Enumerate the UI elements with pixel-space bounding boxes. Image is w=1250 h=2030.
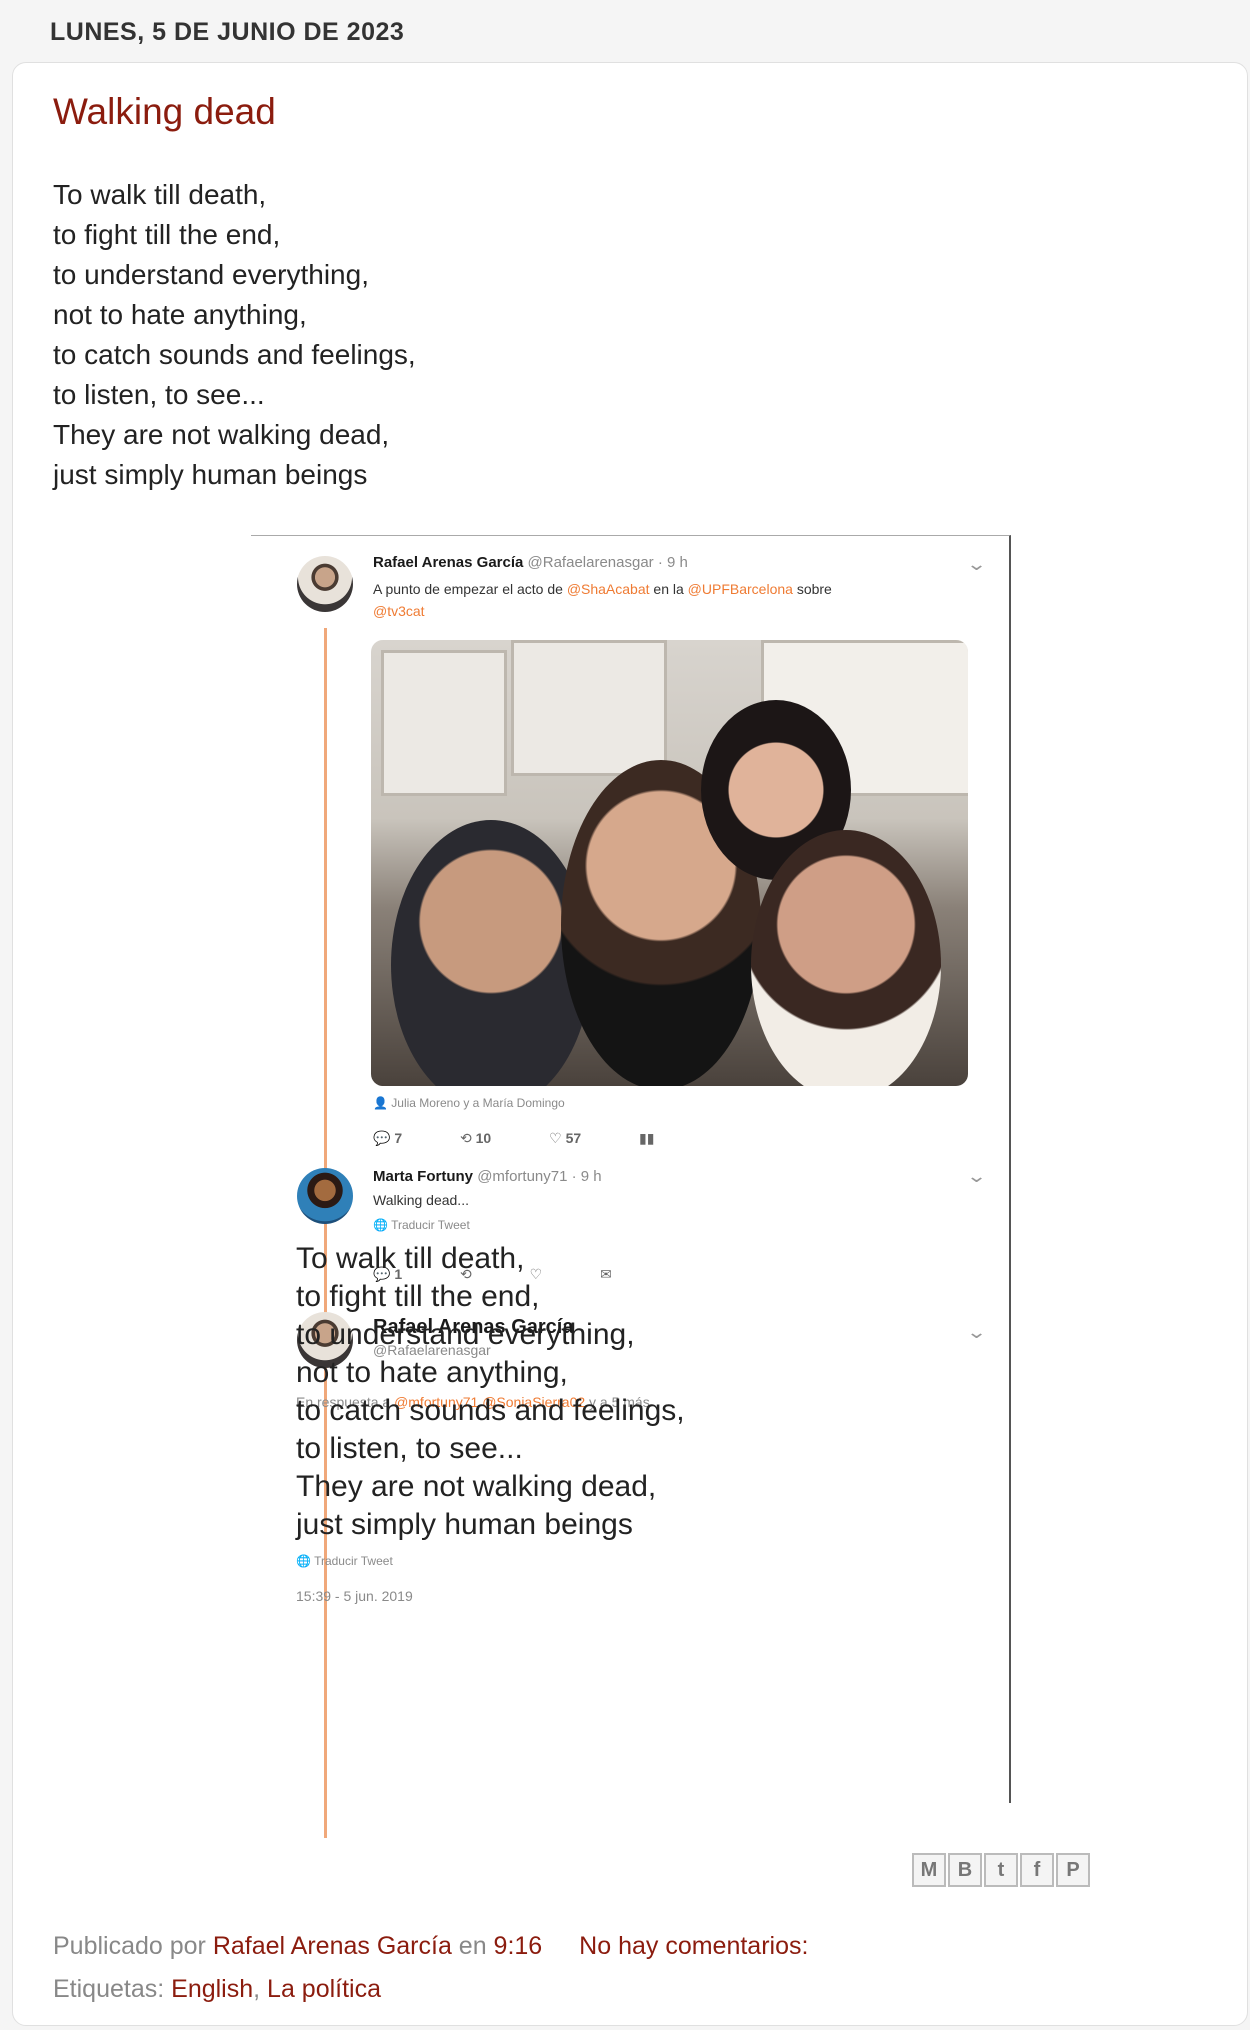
tweet-timestamp: 15:39 - 5 jun. 2019 xyxy=(296,1588,413,1604)
share-buttons: M B t f P xyxy=(912,1853,1092,1887)
blogger-icon[interactable]: B xyxy=(948,1853,982,1887)
retweet-icon[interactable]: ⟲ 10 xyxy=(460,1130,491,1147)
tweet-photo xyxy=(371,640,968,1086)
poem-line: to understand everything, xyxy=(53,259,369,290)
poem-line: just simply human beings xyxy=(53,459,368,490)
avatar xyxy=(297,1168,353,1224)
author-link[interactable]: Rafael Arenas García xyxy=(213,1932,452,1960)
date-header: LUNES, 5 DE JUNIO DE 2023 xyxy=(50,18,405,46)
chevron-down-icon: ⌄ xyxy=(965,1166,988,1186)
translate-link[interactable]: 🌐 Traducir Tweet xyxy=(373,1218,470,1232)
tweet-handle: @Rafaelarenasgar · 9 h xyxy=(527,554,688,571)
poem-line: They are not walking dead, xyxy=(53,419,390,450)
post-title[interactable]: Walking dead xyxy=(53,91,276,133)
chevron-down-icon: ⌄ xyxy=(965,554,988,574)
tweet-screenshot-image[interactable]: Rafael Arenas García @Rafaelarenasgar · … xyxy=(251,535,1011,1838)
analytics-icon[interactable]: ▮▮ xyxy=(639,1130,654,1147)
avatar xyxy=(297,556,353,612)
tag-link[interactable]: English xyxy=(171,1975,253,2003)
chevron-down-icon: ⌄ xyxy=(965,1322,988,1342)
post-time-link[interactable]: 9:16 xyxy=(494,1932,543,1960)
tweet-text: Walking dead... xyxy=(373,1192,469,1208)
person-icon: 👤 xyxy=(373,1096,388,1110)
translate-link[interactable]: 🌐 Traducir Tweet xyxy=(296,1554,393,1568)
poem-line: To walk till death, xyxy=(53,179,267,210)
tagged-people: 👤 Julia Moreno y a María Domingo xyxy=(373,1096,565,1110)
poem-line: not to hate anything, xyxy=(53,299,307,330)
twitter-icon[interactable]: t xyxy=(984,1853,1018,1887)
email-icon[interactable]: M xyxy=(912,1853,946,1887)
tweet-actions: 💬 7 ⟲ 10 ♡ 57 ▮▮ xyxy=(373,1130,708,1147)
poem-line: to fight till the end, xyxy=(53,219,281,250)
globe-icon: 🌐 xyxy=(373,1218,388,1232)
tag-link[interactable]: La política xyxy=(267,1975,381,2003)
tweet-author-name: Rafael Arenas García xyxy=(373,554,524,571)
post-footer: Publicado por Rafael Arenas García en 9:… xyxy=(53,1932,809,1960)
tweet-author-name: Marta Fortuny xyxy=(373,1168,474,1185)
globe-icon: 🌐 xyxy=(296,1554,311,1568)
facebook-icon[interactable]: f xyxy=(1020,1853,1054,1887)
post-body: To walk till death, to fight till the en… xyxy=(53,175,416,495)
like-icon[interactable]: ♡ 57 xyxy=(549,1130,581,1147)
tweet-text: To walk till death, to fight till the en… xyxy=(296,1242,685,1541)
post-labels: Etiquetas: English, La política xyxy=(53,1975,382,2003)
poem-line: to catch sounds and feelings, xyxy=(53,339,416,370)
tweet-handle: @mfortuny71 · 9 h xyxy=(477,1168,602,1185)
pinterest-icon[interactable]: P xyxy=(1056,1853,1090,1887)
post-container: Walking dead To walk till death, to figh… xyxy=(12,62,1248,2026)
poem-line: to listen, to see... xyxy=(53,379,265,410)
reply-icon[interactable]: 💬 7 xyxy=(373,1130,402,1147)
tweet-text: A punto de empezar el acto de @ShaAcabat… xyxy=(373,581,832,619)
comments-link[interactable]: No hay comentarios: xyxy=(579,1932,808,1960)
